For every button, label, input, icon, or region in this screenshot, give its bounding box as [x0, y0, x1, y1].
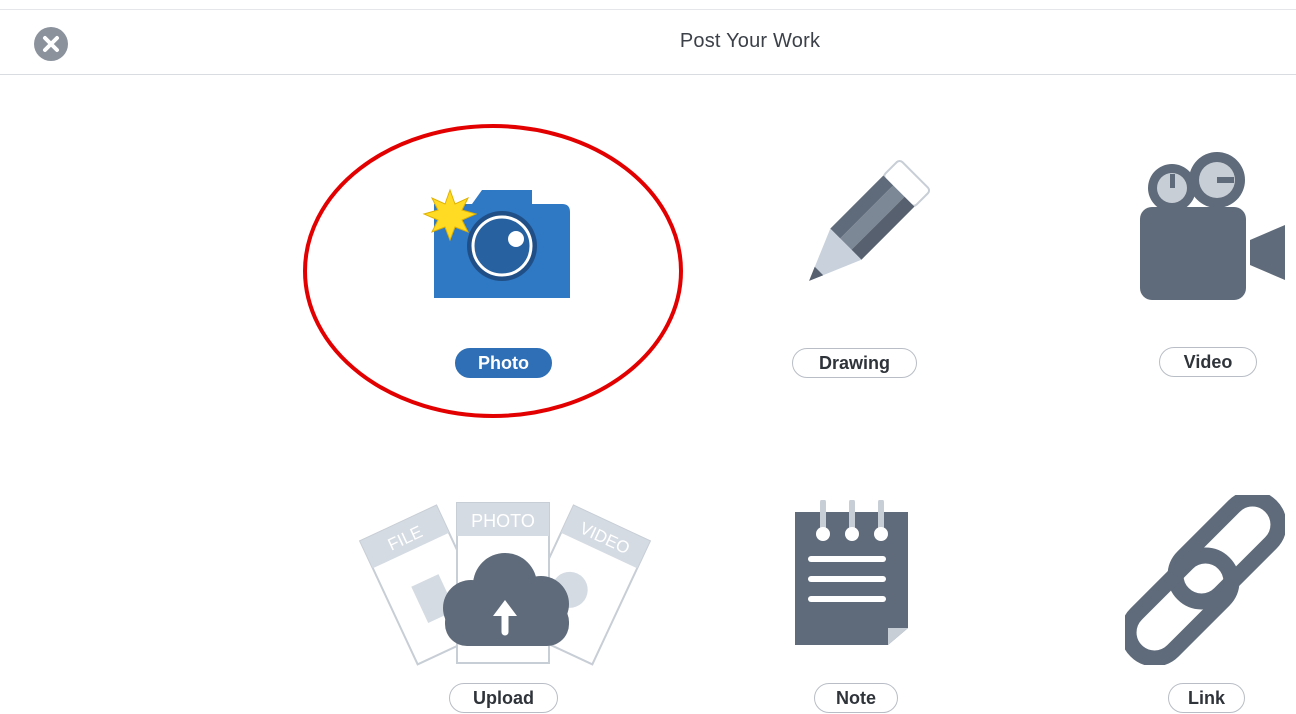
option-note[interactable]: Note: [790, 500, 930, 714]
close-icon: [43, 36, 59, 52]
video-label-pill[interactable]: Video: [1159, 347, 1257, 377]
cloud-upload-icon: FILE VIDEO PHOTO: [358, 502, 652, 666]
upload-label-pill[interactable]: Upload: [449, 683, 558, 713]
drawing-label: Drawing: [818, 353, 890, 373]
note-label-pill[interactable]: Note: [814, 683, 898, 713]
upload-label: Upload: [473, 688, 534, 708]
option-video[interactable]: Video: [1130, 150, 1296, 385]
highlight-ellipse: [303, 124, 683, 418]
note-label: Note: [836, 688, 876, 708]
link-label: Link: [1187, 688, 1225, 708]
chain-link-icon: [1125, 495, 1285, 665]
close-button[interactable]: [34, 27, 68, 61]
option-link[interactable]: Link: [1125, 495, 1296, 714]
drawing-label-pill[interactable]: Drawing: [792, 348, 917, 378]
option-upload[interactable]: FILE VIDEO PHOTO Upload: [355, 500, 655, 714]
link-label-pill[interactable]: Link: [1168, 683, 1245, 713]
notepad-icon: [795, 500, 908, 645]
pencil-icon: [809, 159, 930, 281]
page-title: Post Your Work: [679, 30, 821, 52]
video-camera-icon: [1140, 152, 1285, 300]
option-drawing[interactable]: Drawing: [780, 155, 930, 385]
photo-card-label: PHOTO: [471, 511, 535, 531]
header-bar: Post Your Work: [0, 10, 1296, 75]
video-label: Video: [1183, 352, 1233, 372]
